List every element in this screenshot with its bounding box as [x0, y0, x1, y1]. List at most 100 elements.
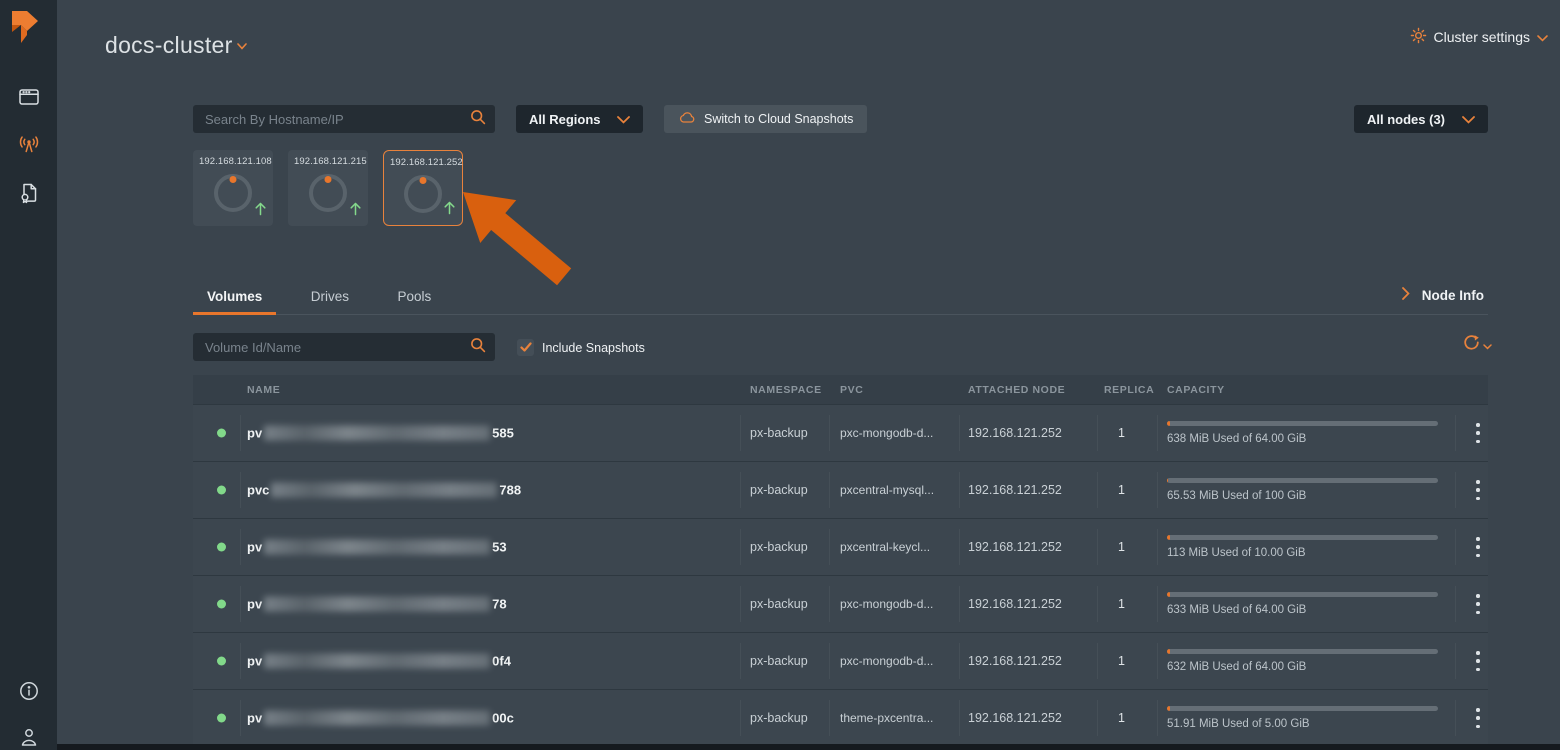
volume-replica: 1: [1118, 654, 1125, 668]
capacity-text: 638 MiB Used of 64.00 GiB: [1167, 433, 1447, 445]
regions-dropdown[interactable]: All Regions: [516, 105, 643, 133]
tab-volumes[interactable]: Volumes: [193, 284, 276, 315]
cluster-title[interactable]: docs-cluster: [105, 29, 247, 59]
volume-capacity: 51.91 MiB Used of 5.00 GiB: [1167, 706, 1447, 730]
volume-search: [193, 333, 495, 361]
switch-cloud-snapshots-button[interactable]: Switch to Cloud Snapshots: [664, 105, 867, 133]
user-icon[interactable]: [17, 725, 41, 749]
tab-pools-label: Pools: [397, 289, 431, 304]
volumes-table: NAME NAMESPACE PVC ATTACHED NODE REPLICA…: [193, 375, 1488, 746]
gear-icon: [1410, 27, 1427, 47]
table-row[interactable]: pv78 px-backup pxc-mongodb-d... 192.168.…: [193, 575, 1488, 632]
capacity-text: 633 MiB Used of 64.00 GiB: [1167, 604, 1447, 616]
hostname-search-input[interactable]: [193, 112, 470, 127]
volume-pvc: pxc-mongodb-d...: [840, 426, 933, 440]
volume-name: pv78: [247, 597, 507, 612]
volume-name: pv585: [247, 426, 514, 441]
table-row[interactable]: pv53 px-backup pxcentral-keycl... 192.16…: [193, 518, 1488, 575]
redacted-text: [264, 711, 490, 726]
nodes-dropdown[interactable]: All nodes (3): [1354, 105, 1488, 133]
capacity-text: 113 MiB Used of 10.00 GiB: [1167, 547, 1447, 559]
volume-capacity: 632 MiB Used of 64.00 GiB: [1167, 649, 1447, 673]
capacity-bar-fill: [1167, 592, 1170, 597]
node-up-icon: [443, 200, 456, 220]
table-row[interactable]: pvc788 px-backup pxcentral-mysql... 192.…: [193, 461, 1488, 518]
portworx-logo[interactable]: [8, 9, 44, 47]
row-kebab-menu-icon[interactable]: [1470, 650, 1486, 672]
volume-capacity: 633 MiB Used of 64.00 GiB: [1167, 592, 1447, 616]
capacity-bar-fill: [1167, 535, 1170, 540]
volume-search-input[interactable]: [193, 340, 470, 355]
refresh-icon: [1462, 334, 1480, 357]
donut-marker: [230, 176, 237, 183]
row-kebab-menu-icon[interactable]: [1470, 536, 1486, 558]
volume-replica: 1: [1118, 426, 1125, 440]
volume-capacity: 113 MiB Used of 10.00 GiB: [1167, 535, 1447, 559]
col-capacity: CAPACITY: [1167, 384, 1225, 396]
table-row[interactable]: pv585 px-backup pxc-mongodb-d... 192.168…: [193, 404, 1488, 461]
row-kebab-menu-icon[interactable]: [1470, 593, 1486, 615]
cluster-name-label: docs-cluster: [105, 32, 233, 58]
tab-drives[interactable]: Drives: [297, 284, 363, 315]
volume-namespace: px-backup: [750, 483, 808, 497]
cluster-settings-label: Cluster settings: [1434, 29, 1530, 45]
node-info-label: Node Info: [1422, 288, 1484, 303]
redacted-text: [271, 483, 497, 498]
volume-pvc: pxcentral-mysql...: [840, 483, 934, 497]
volume-attached-node: 192.168.121.252: [968, 426, 1062, 440]
volume-name: pv00c: [247, 711, 514, 726]
document-badge-icon[interactable]: [17, 181, 41, 205]
volume-attached-node: 192.168.121.252: [968, 654, 1062, 668]
antenna-icon[interactable]: [17, 133, 41, 157]
row-kebab-menu-icon[interactable]: [1470, 422, 1486, 444]
node-ip-label: 192.168.121.252: [390, 157, 463, 168]
capacity-text: 51.91 MiB Used of 5.00 GiB: [1167, 718, 1447, 730]
volume-namespace: px-backup: [750, 711, 808, 725]
status-dot: [217, 714, 226, 723]
row-kebab-menu-icon[interactable]: [1470, 479, 1486, 501]
row-kebab-menu-icon[interactable]: [1470, 707, 1486, 729]
node-usage-donut: [404, 175, 442, 213]
status-dot: [217, 543, 226, 552]
search-icon: [470, 109, 486, 130]
node-card-selected[interactable]: 192.168.121.252: [383, 150, 463, 226]
volume-replica: 1: [1118, 483, 1125, 497]
chevron-down-icon: [1462, 112, 1475, 127]
node-info-button[interactable]: Node Info: [1402, 287, 1484, 303]
volume-pvc: pxc-mongodb-d...: [840, 597, 933, 611]
table-row[interactable]: pv00c px-backup theme-pxcentra... 192.16…: [193, 689, 1488, 746]
capacity-bar: [1167, 478, 1438, 483]
sidebar: [0, 0, 57, 750]
chevron-down-icon: [617, 112, 630, 127]
capacity-text: 65.53 MiB Used of 100 GiB: [1167, 490, 1447, 502]
node-card[interactable]: 192.168.121.108: [193, 150, 273, 226]
capacity-bar-fill: [1167, 706, 1170, 711]
node-card[interactable]: 192.168.121.215: [288, 150, 368, 226]
node-usage-donut: [214, 174, 252, 212]
volume-replica: 1: [1118, 597, 1125, 611]
cluster-settings-button[interactable]: Cluster settings: [1410, 27, 1548, 47]
table-header: NAME NAMESPACE PVC ATTACHED NODE REPLICA…: [193, 375, 1488, 404]
node-up-icon: [349, 201, 362, 221]
search-icon: [470, 337, 486, 358]
capacity-bar: [1167, 592, 1438, 597]
table-row[interactable]: pv0f4 px-backup pxc-mongodb-d... 192.168…: [193, 632, 1488, 689]
tab-pools[interactable]: Pools: [383, 284, 445, 315]
include-snapshots-label: Include Snapshots: [542, 341, 645, 355]
redacted-text: [264, 540, 490, 555]
chevron-down-icon: [237, 29, 247, 56]
volume-attached-node: 192.168.121.252: [968, 483, 1062, 497]
window-icon[interactable]: [17, 85, 41, 109]
info-icon[interactable]: [17, 679, 41, 703]
volume-attached-node: 192.168.121.252: [968, 540, 1062, 554]
tab-drives-label: Drives: [311, 289, 349, 304]
volume-pvc: theme-pxcentra...: [840, 711, 933, 725]
include-snapshots-checkbox[interactable]: [517, 339, 534, 356]
volume-capacity: 65.53 MiB Used of 100 GiB: [1167, 478, 1447, 502]
refresh-button[interactable]: [1462, 334, 1492, 357]
redacted-text: [264, 597, 490, 612]
col-name: NAME: [247, 384, 280, 396]
status-dot: [217, 657, 226, 666]
col-attached-node: ATTACHED NODE: [968, 384, 1065, 396]
volume-capacity: 638 MiB Used of 64.00 GiB: [1167, 421, 1447, 445]
